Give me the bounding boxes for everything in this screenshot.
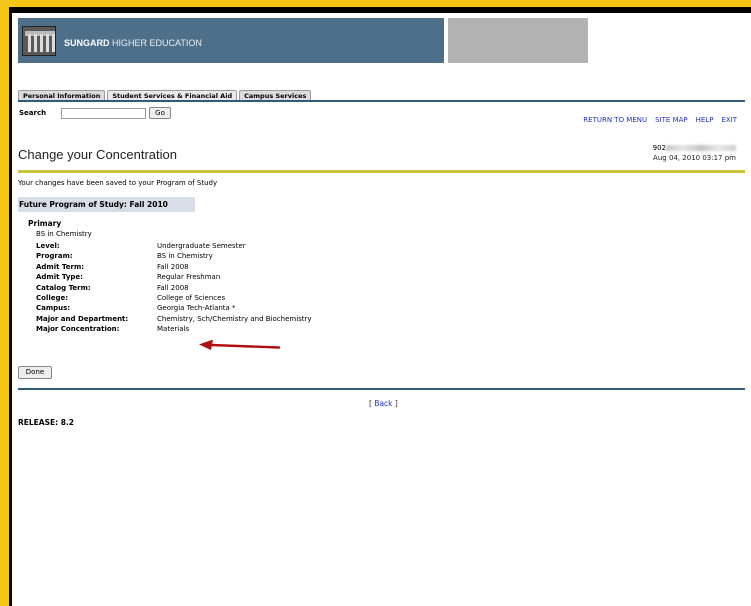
user-id: 902 xyxy=(653,144,736,152)
degree-name: BS in Chemistry xyxy=(36,230,92,238)
back-link[interactable]: Back xyxy=(374,399,392,408)
program-details: Level: Undergraduate Semester Program: B… xyxy=(36,241,312,335)
primary-label: Primary xyxy=(28,219,62,228)
detail-label: Admit Term: xyxy=(36,262,85,271)
detail-row-admit-term: Admit Term: Fall 2008 xyxy=(36,262,312,272)
detail-row-campus: Campus: Georgia Tech-Atlanta * xyxy=(36,303,312,313)
title-divider xyxy=(18,170,745,173)
detail-label: Major Concentration: xyxy=(36,325,120,334)
detail-label: Level: xyxy=(36,242,60,250)
main-tabs: Personal Information Student Services & … xyxy=(18,90,312,100)
detail-row-catalog-term: Catalog Term: Fall 2008 xyxy=(36,283,312,293)
sungard-logo: SUNGARD HIGHER EDUCATION xyxy=(64,38,202,48)
bracket-close: ] xyxy=(392,399,398,408)
page: SUNGARD HIGHER EDUCATION Personal Inform… xyxy=(12,13,751,606)
detail-row-admit-type: Admit Type: Regular Freshman xyxy=(36,272,312,282)
detail-value: College of Sciences xyxy=(157,293,226,302)
detail-value: Regular Freshman xyxy=(157,273,221,282)
detail-label: College: xyxy=(36,293,69,302)
search-input[interactable] xyxy=(61,108,146,119)
detail-value: Chemistry, Sch/Chemistry and Biochemistr… xyxy=(157,314,312,323)
detail-value: BS in Chemistry xyxy=(157,252,213,261)
detail-row-major-department: Major and Department: Chemistry, Sch/Che… xyxy=(36,314,312,324)
header-banner: SUNGARD HIGHER EDUCATION xyxy=(18,18,444,63)
detail-value: Georgia Tech-Atlanta * xyxy=(157,304,236,313)
detail-label: Program: xyxy=(36,252,73,261)
red-arrow-annotation xyxy=(199,340,281,350)
detail-row-level: Level: Undergraduate Semester xyxy=(36,241,312,251)
detail-row-major-concentration: Major Concentration: Materials xyxy=(36,324,312,334)
top-links: RETURN TO MENU SITE MAP HELP EXIT xyxy=(583,116,737,124)
detail-value: Undergraduate Semester xyxy=(157,242,246,250)
go-button[interactable]: Go xyxy=(149,107,171,119)
brand-light: HIGHER EDUCATION xyxy=(112,38,202,48)
header-image-placeholder xyxy=(448,18,588,63)
brand-bold: SUNGARD xyxy=(64,38,110,48)
detail-label: Admit Type: xyxy=(36,273,83,282)
detail-label: Campus: xyxy=(36,304,71,313)
tab-divider xyxy=(18,100,745,102)
page-title: Change your Concentration xyxy=(18,147,177,162)
detail-row-college: College: College of Sciences xyxy=(36,293,312,303)
search-label: Search xyxy=(19,109,47,117)
saved-message: Your changes have been saved to your Pro… xyxy=(18,179,218,187)
tab-campus-services[interactable]: Campus Services xyxy=(239,90,312,100)
detail-label: Major and Department: xyxy=(36,314,129,323)
release-version: RELEASE: 8.2 xyxy=(18,418,75,427)
detail-value: Fall 2008 xyxy=(157,262,189,271)
return-to-menu-link[interactable]: RETURN TO MENU xyxy=(583,116,647,124)
bottom-divider xyxy=(18,388,745,390)
redacted-user-name xyxy=(666,145,736,151)
exit-link[interactable]: EXIT xyxy=(721,116,737,124)
done-button[interactable]: Done xyxy=(18,366,52,379)
university-building-logo xyxy=(22,26,56,56)
detail-row-program: Program: BS in Chemistry xyxy=(36,251,312,261)
detail-label: Catalog Term: xyxy=(36,283,91,292)
user-id-prefix: 902 xyxy=(652,144,666,152)
tab-personal-information[interactable]: Personal Information xyxy=(18,90,106,100)
help-link[interactable]: HELP xyxy=(696,116,714,124)
tab-student-services[interactable]: Student Services & Financial Aid xyxy=(107,90,238,100)
detail-value: Fall 2008 xyxy=(157,283,189,292)
site-map-link[interactable]: SITE MAP xyxy=(655,116,687,124)
back-link-container: [ Back ] xyxy=(369,399,398,408)
program-header: Future Program of Study: Fall 2010 xyxy=(18,197,195,212)
timestamp: Aug 04, 2010 03:17 pm xyxy=(653,154,736,162)
detail-value: Materials xyxy=(157,325,190,334)
